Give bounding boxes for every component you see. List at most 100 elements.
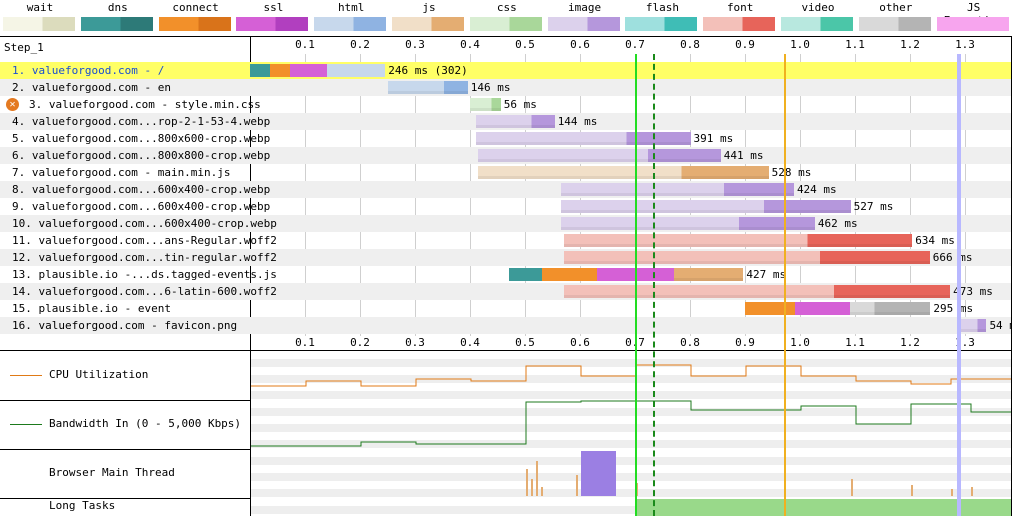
request-rows: 1. valueforgood.com - / 246 ms (302) 2. va… [0,62,1012,334]
cpu-utilization-line [251,364,1011,387]
request-phase [596,268,674,281]
tick-label: 0.5 [515,336,535,349]
legend-label: html [337,1,365,14]
request-bar[interactable] [478,166,769,179]
request-bar[interactable] [387,81,468,94]
request-label[interactable]: 2. valueforgood.com - en [12,79,171,96]
tick-label: 0.3 [405,38,425,51]
legend-label: wait [26,1,54,14]
request-duration: 528 ms [771,166,812,179]
request-duration: 246 ms (302) [388,64,468,77]
request-label[interactable]: 14. valueforgood.com...6-latin-600.woff2 [12,283,277,300]
request-duration: 56 ms [503,98,537,111]
graph-label: Browser Main Thread [49,465,175,479]
main-thread-activity [526,451,973,496]
request-phase [250,64,271,77]
legend-label: image [568,1,602,14]
time-axis-top: 0.1 0.2 0.3 0.4 0.5 0.6 0.7 0.8 0.9 1.0 1.1 1.2 1.3 [0,38,1012,54]
tick-label: 0.4 [460,38,480,51]
legend-swatch [236,17,309,31]
legend-swatch [80,17,153,31]
request-label[interactable]: 1. valueforgood.com - / [12,62,164,79]
request-bar[interactable] [478,149,721,162]
tick-label: 0.1 [295,336,315,349]
legend-label: other [879,1,913,14]
request-bar[interactable] [563,234,913,247]
request-duration: 424 ms [796,183,837,196]
request-duration: 295 ms [933,302,974,315]
request-bar[interactable] [470,98,501,111]
request-label[interactable]: 7. valueforgood.com - main.min.js [12,164,231,181]
request-label[interactable]: 12. valueforgood.com...tin-regular.woff2 [12,249,277,266]
legend-swatch [625,17,698,31]
request-label[interactable]: 10. valueforgood.com...600x400-crop.webp [12,215,277,232]
legend-swatch [547,17,620,31]
tick-label: 0.2 [350,38,370,51]
bandwidth-line [251,400,1011,447]
request-label[interactable]: 15. plausible.io - event [12,300,171,317]
request-bar[interactable] [956,319,987,332]
tick-label: 0.4 [460,336,480,349]
graph-legend-line [10,423,42,425]
request-duration: 666 ms [932,251,973,264]
legend-swatch [781,17,853,31]
request-label[interactable]: 6. valueforgood.com...800x800-crop.webp [12,147,270,164]
request-phase [290,64,327,77]
request-label[interactable]: 4. valueforgood.com...rop-2-1-53-4.webp [12,113,270,130]
long-task-block [635,499,1011,516]
legend-label: js [422,1,436,14]
tick-label: 0.6 [570,336,590,349]
request-label[interactable]: 16. valueforgood.com - favicon.png [12,317,237,334]
legend-swatch [3,17,75,31]
request-phase [508,268,542,281]
request-bar[interactable] [475,132,691,145]
tick-label: 0.5 [515,38,535,51]
tick-label: 0.2 [350,336,370,349]
legend-label: connect [172,1,219,14]
tick-label: 0.8 [680,38,700,51]
tick-label: 0.9 [735,38,755,51]
request-bar[interactable] [560,217,815,230]
time-axis-bottom: 0.1 0.2 0.3 0.4 0.5 0.6 0.7 0.8 0.9 1.0 1.1 1.2 1.3 [0,336,1012,350]
graph-label: CPU Utilization [49,367,149,381]
request-label[interactable]: 9. valueforgood.com...600x400-crop.webp [12,198,270,215]
request-label[interactable]: 5. valueforgood.com...800x600-crop.webp [12,130,270,147]
request-bar[interactable] [475,115,555,128]
request-duration: 144 ms [557,115,598,128]
legend: wait dns connect ssl html js css image flash font… [0,0,1012,34]
legend-label: css [496,1,517,14]
graph-legend-line [10,374,42,376]
tick-label: 1.0 [790,38,810,51]
legend-label: video [801,1,835,14]
graph-label: Long Tasks [49,499,116,512]
request-phase [270,64,291,77]
legend-swatch [469,17,542,31]
request-bar[interactable] [563,251,930,264]
request-label[interactable]: 3. valueforgood.com - style.min.css [29,96,261,113]
request-duration: 634 ms [915,234,955,247]
request-label[interactable]: 13. plausible.io -...ds.tagged-events.js [12,266,277,283]
request-duration: 146 ms [470,81,511,94]
tick-label: 1.2 [900,336,920,349]
tick-label: 0.3 [405,336,425,349]
legend-swatch [392,17,464,31]
request-duration: 54 ms [989,319,1012,332]
request-bar[interactable] [563,285,951,298]
request-bar[interactable] [560,200,851,213]
request-label[interactable]: 8. valueforgood.com...600x400-crop.webp [12,181,270,198]
tick-label: 1.1 [845,336,865,349]
tick-label: 0.6 [570,38,590,51]
graphs-area: CPU Utilization Bandwidth In (0 - 5,000 K… [0,351,1012,516]
legend-swatch [858,17,931,31]
legend-swatch [314,17,387,31]
request-phase [541,268,597,281]
error-icon: ✕ [6,98,19,111]
request-label[interactable]: 11. valueforgood.com...ans-Regular.woff2 [12,232,277,249]
request-phase [327,64,386,77]
tick-label: 0.8 [680,336,700,349]
request-phase [745,302,795,315]
request-duration: 527 ms [853,200,894,213]
request-phase [794,302,850,315]
request-duration: 391 ms [693,132,734,145]
request-bar[interactable] [560,183,794,196]
